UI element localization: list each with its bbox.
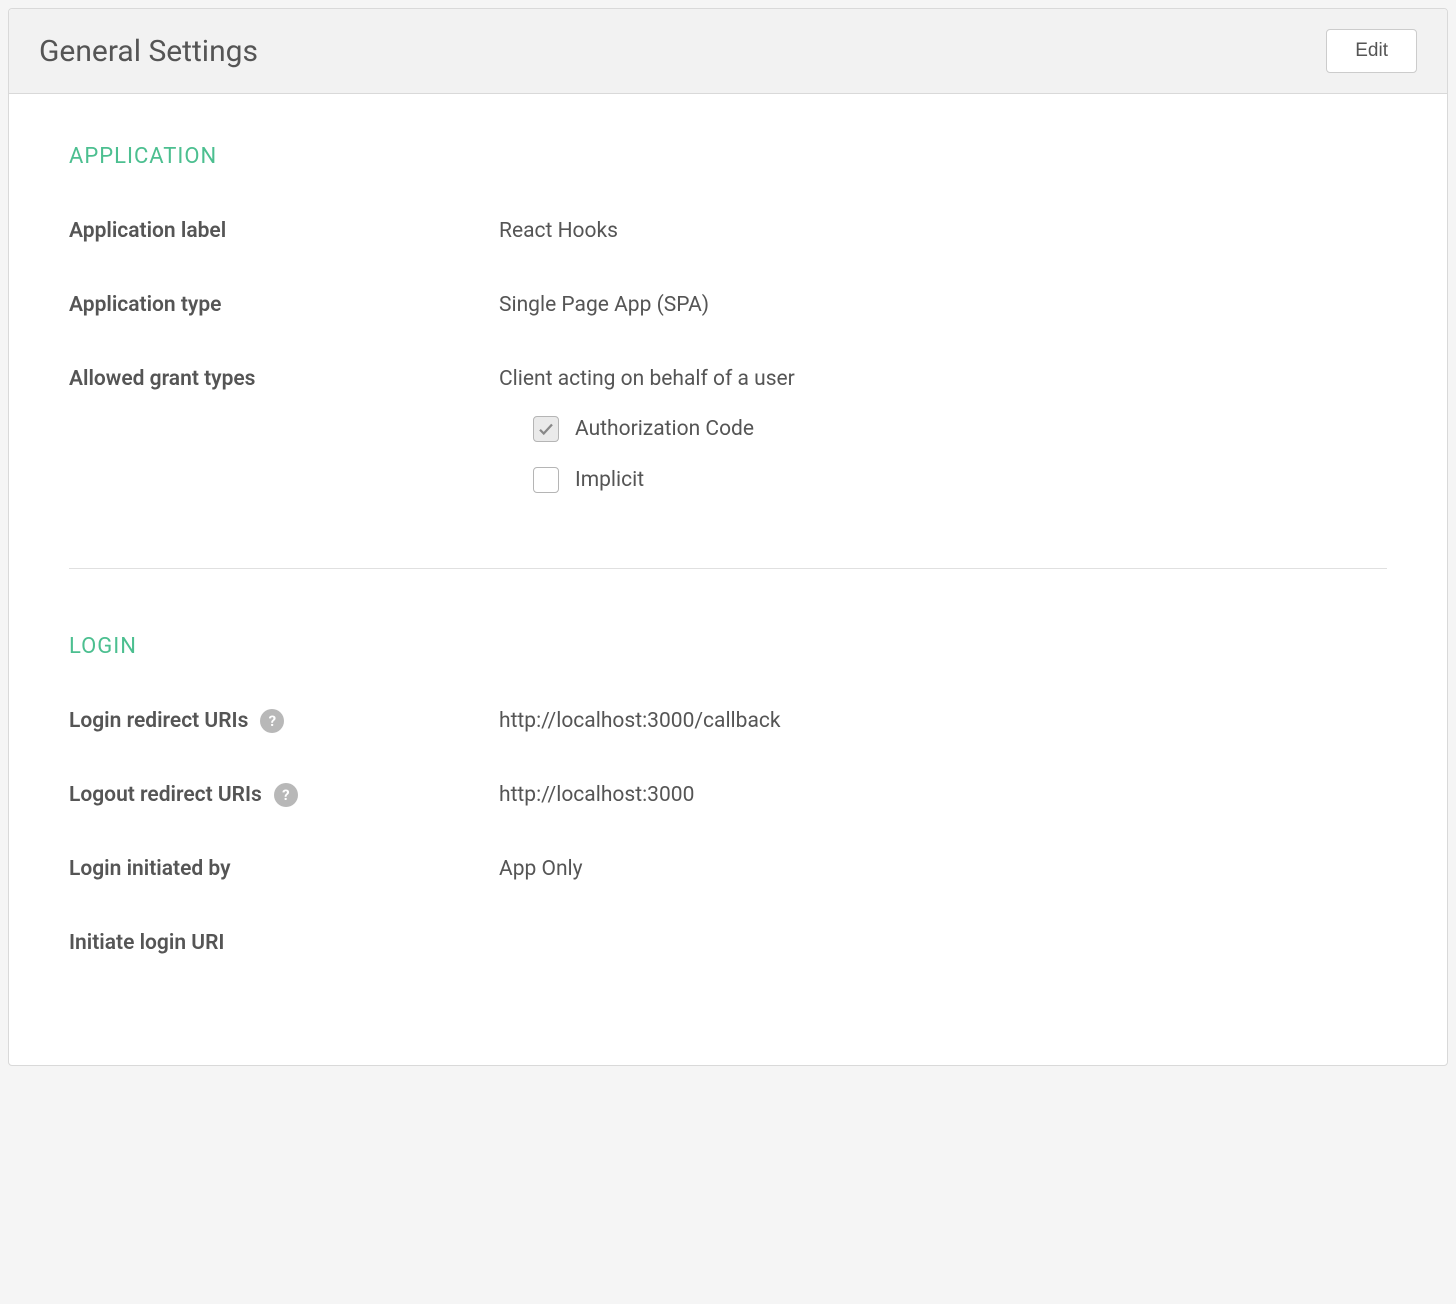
checkbox-icon [533,467,559,493]
panel-body: APPLICATION Application label React Hook… [9,94,1447,1065]
field-application-label: Application label React Hooks [69,219,1387,243]
grant-types-column: Client acting on behalf of a user Author… [499,367,795,518]
field-login-initiated-by: Login initiated by App Only [69,857,1387,881]
field-allowed-grant-types: Allowed grant types Client acting on beh… [69,367,1387,518]
checkbox-label: Implicit [575,468,644,492]
field-label-text: Login redirect URIs [69,709,248,733]
field-value: http://localhost:3000/callback [499,709,781,733]
field-logout-redirect-uris: Logout redirect URIs ? http://localhost:… [69,783,1387,807]
field-value: App Only [499,857,583,881]
edit-button[interactable]: Edit [1326,29,1417,73]
checkbox-label: Authorization Code [575,417,754,441]
field-label: Logout redirect URIs ? [69,783,499,807]
field-application-type: Application type Single Page App (SPA) [69,293,1387,317]
grant-types-group-label: Client acting on behalf of a user [499,367,795,391]
help-icon[interactable]: ? [274,783,298,807]
field-label: Login initiated by [69,857,499,881]
field-label: Allowed grant types [69,367,499,391]
field-value: React Hooks [499,219,618,243]
field-value: http://localhost:3000 [499,783,694,807]
field-label: Application type [69,293,499,317]
checkbox-implicit[interactable]: Implicit [533,467,795,493]
field-login-redirect-uris: Login redirect URIs ? http://localhost:3… [69,709,1387,733]
section-heading-application: APPLICATION [69,144,1387,169]
field-label-text: Logout redirect URIs [69,783,262,807]
panel-header: General Settings Edit [9,9,1447,94]
section-heading-login: LOGIN [69,634,1387,659]
checkbox-icon [533,416,559,442]
general-settings-panel: General Settings Edit APPLICATION Applic… [8,8,1448,1066]
help-icon[interactable]: ? [260,709,284,733]
field-label: Application label [69,219,499,243]
field-label: Login redirect URIs ? [69,709,499,733]
panel-title: General Settings [39,34,258,69]
field-initiate-login-uri: Initiate login URI [69,931,1387,955]
checkbox-authorization-code[interactable]: Authorization Code [533,416,795,442]
section-divider [69,568,1387,569]
field-value: Single Page App (SPA) [499,293,709,317]
field-label: Initiate login URI [69,931,499,955]
